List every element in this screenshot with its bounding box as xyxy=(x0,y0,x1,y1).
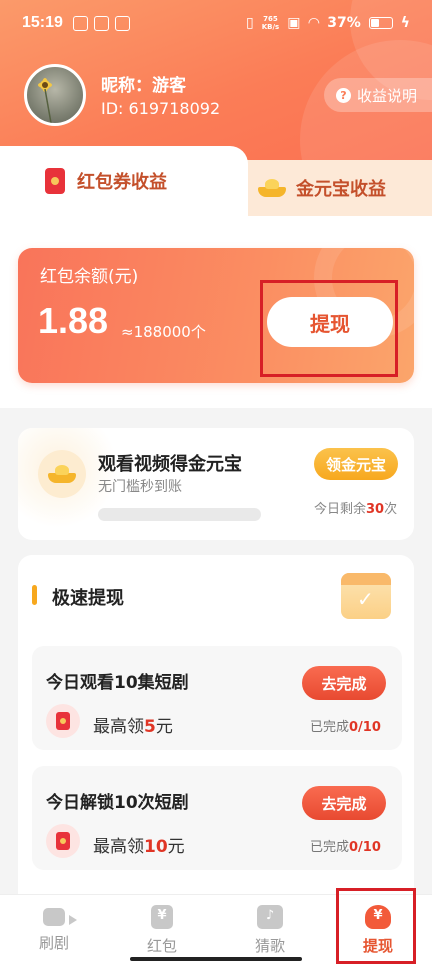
task-reward: 最高领5元 xyxy=(93,717,173,737)
earnings-info-button[interactable]: ? 收益说明 xyxy=(324,78,432,112)
video-play-icon xyxy=(43,908,77,926)
calendar-check-icon xyxy=(341,573,391,619)
calendar-icon xyxy=(93,15,109,31)
get-gold-button[interactable]: 领金元宝 xyxy=(314,448,398,480)
gold-ingot-icon xyxy=(38,450,86,498)
tab-red-packet-earnings[interactable]: 红包券收益 xyxy=(0,146,248,216)
fast-withdraw-title: 极速提现 xyxy=(52,588,124,609)
nav-item-drama[interactable]: 刷剧 xyxy=(0,895,108,964)
user-id: ID: 619718092 xyxy=(101,99,221,118)
sim-icon: ▣ xyxy=(287,15,301,31)
remaining-count: 今日剩余30次 xyxy=(314,502,398,517)
music-note-icon: ♪ xyxy=(257,905,283,929)
video-task-subtitle: 无门槛秒到账 xyxy=(98,479,182,495)
video-task-title: 观看视频得金元宝 xyxy=(98,454,242,475)
tab-label: 金元宝收益 xyxy=(296,179,386,200)
status-right: ▯ 765 KB/s ▣ ◠ 37% ϟ xyxy=(246,15,410,31)
withdraw-highlight-box xyxy=(260,280,398,377)
red-packet-icon xyxy=(46,824,80,858)
go-complete-button[interactable]: 去完成 xyxy=(302,786,386,820)
mail-icon xyxy=(72,15,88,31)
nav-item-guess-song[interactable]: ♪ 猜歌 xyxy=(216,895,324,964)
battery-percent: 37% xyxy=(327,15,361,31)
task-title: 今日观看10集短剧 xyxy=(46,673,189,693)
tab-label: 红包券收益 xyxy=(77,172,167,193)
status-time: 15:19 xyxy=(22,14,63,31)
app-icon xyxy=(114,15,130,31)
video-task-progress-bar xyxy=(98,508,261,521)
gold-ingot-icon xyxy=(258,179,286,197)
notification-icons xyxy=(72,15,130,31)
wifi-icon: ◠ xyxy=(308,15,320,31)
status-bar: 15:19 ▯ 765 KB/s ▣ ◠ 37% ϟ xyxy=(0,0,432,46)
nickname: 昵称：游客 xyxy=(101,76,186,96)
nav-label: 红包 xyxy=(146,937,177,955)
nav-label: 猜歌 xyxy=(254,937,285,955)
charging-icon: ϟ xyxy=(400,15,410,31)
battery-icon xyxy=(368,17,393,29)
red-packet-icon xyxy=(45,168,65,194)
task-progress: 已完成0/10 xyxy=(310,720,381,735)
avatar[interactable] xyxy=(24,64,86,126)
home-indicator xyxy=(130,957,302,961)
question-icon: ? xyxy=(336,87,351,103)
earnings-info-label: 收益说明 xyxy=(357,86,418,105)
task-progress: 已完成0/10 xyxy=(310,840,381,855)
nav-item-red-packet[interactable]: ¥ 红包 xyxy=(108,895,216,964)
red-packet-icon xyxy=(46,704,80,738)
task-card: 今日观看10集短剧 最高领5元 去完成 已完成0/10 xyxy=(32,646,402,750)
video-task-card: 观看视频得金元宝 无门槛秒到账 领金元宝 今日剩余30次 xyxy=(18,428,414,540)
balance-label: 红包余额(元) xyxy=(40,267,139,287)
nav-highlight-box xyxy=(336,888,416,964)
go-complete-button[interactable]: 去完成 xyxy=(302,666,386,700)
balance-approx: ≈188000个 xyxy=(121,323,206,341)
net-speed: 765 KB/s xyxy=(261,15,280,31)
balance-amount: 1.88 xyxy=(38,300,109,341)
task-title: 今日解锁10次短剧 xyxy=(46,793,189,813)
flower-image xyxy=(38,78,52,123)
section-accent-bar xyxy=(32,585,37,605)
vibrate-icon: ▯ xyxy=(246,15,254,31)
tab-gold-earnings[interactable]: 金元宝收益 xyxy=(222,160,432,216)
task-card: 今日解锁10次短剧 最高领10元 去完成 已完成0/10 xyxy=(32,766,402,870)
red-packet-icon: ¥ xyxy=(151,905,173,929)
nav-label: 刷剧 xyxy=(38,934,69,952)
task-reward: 最高领10元 xyxy=(93,837,185,857)
